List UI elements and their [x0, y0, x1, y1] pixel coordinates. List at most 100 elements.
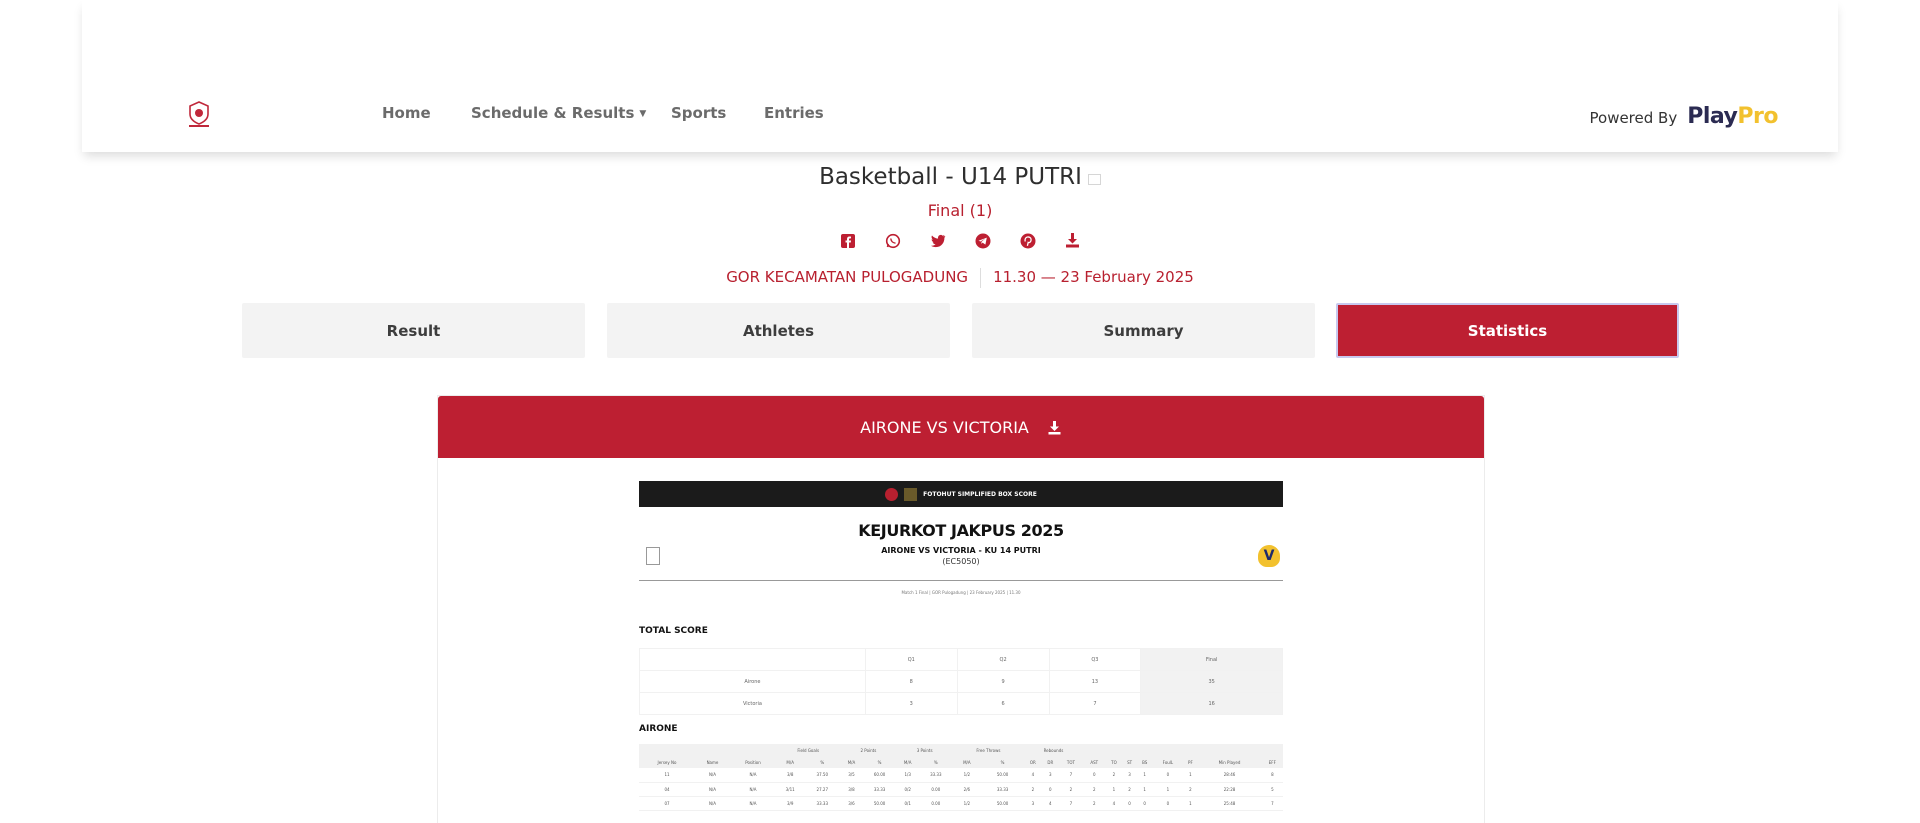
- venue-row: GOR KECAMATAN PULOGADUNG 11.30 — 23 Febr…: [0, 268, 1920, 288]
- table-cell: 50.00: [862, 796, 897, 811]
- divider: [980, 268, 982, 288]
- airone-logo: [646, 547, 660, 565]
- statistics-card-header: AIRONE VS VICTORIA: [438, 396, 1484, 458]
- table-header-cell: Name: [695, 756, 730, 768]
- nav-schedule-results-label: Schedule & Results: [471, 104, 635, 122]
- table-cell: 3: [1024, 796, 1042, 811]
- table-header-cell: Q1: [864, 648, 958, 671]
- table-cell: 33.33: [804, 796, 841, 811]
- nav-home[interactable]: Home: [382, 104, 431, 122]
- table-cell: 0/1: [896, 796, 919, 811]
- table-cell: 7: [1059, 768, 1083, 783]
- playpro-logo[interactable]: PlayPro: [1687, 104, 1778, 129]
- table-cell: 4: [1041, 796, 1059, 811]
- tab-result-label: Result: [386, 321, 441, 340]
- match-title: AIRONE VS VICTORIA: [860, 417, 1029, 437]
- table-header-cell: M/A: [776, 756, 805, 768]
- twitter-icon[interactable]: [929, 232, 946, 249]
- tab-summary-label: Summary: [1103, 321, 1184, 340]
- table-cell: N/A: [695, 796, 730, 811]
- powered-by: Powered By PlayPro: [1590, 104, 1779, 129]
- facebook-icon[interactable]: [839, 232, 856, 249]
- table-cell: 07: [639, 796, 695, 811]
- report-meta: Match 1 Final | GOR Pulogadung | 23 Febr…: [901, 590, 1021, 595]
- box-score-report: FOTOHUT SIMPLIFIED BOX SCORE KEJURKOT JA…: [639, 481, 1283, 823]
- table-cell: 27.27: [804, 782, 841, 797]
- download-icon[interactable]: [1064, 232, 1081, 249]
- table-header-cell: M/A: [840, 756, 863, 768]
- table-header-row: Field Goals 2 Points 3 Points Free Throws Re…: [639, 744, 1283, 756]
- table-header-cell: M/A: [896, 756, 919, 768]
- telegram-icon[interactable]: [974, 232, 991, 249]
- table-header-cell: DR: [1041, 756, 1059, 768]
- table-row: 04 N/A N/A 3/11 27.27 3/8 33.33 0/2 0.00 2/6 33.33…: [639, 782, 1283, 797]
- report-banner-text: FOTOHUT SIMPLIFIED BOX SCORE: [923, 490, 1037, 498]
- powered-by-label: Powered By: [1589, 109, 1678, 127]
- table-cell: 3: [1041, 768, 1059, 783]
- table-cell: 0/2: [896, 782, 919, 797]
- site-logo[interactable]: [186, 100, 212, 130]
- tab-athletes-label: Athletes: [742, 321, 815, 340]
- table-header-cell: Q3: [1048, 648, 1142, 671]
- tab-summary[interactable]: Summary: [972, 303, 1315, 358]
- final-score: 16: [1140, 692, 1283, 715]
- download-icon[interactable]: [1047, 420, 1062, 435]
- team-section-heading: AIRONE: [639, 724, 678, 734]
- table-cell: 0: [1152, 768, 1184, 783]
- table-cell: 5: [1261, 782, 1283, 797]
- nav-sports[interactable]: Sports: [671, 104, 726, 122]
- table-cell: 0: [1041, 782, 1059, 797]
- table-cell: 0: [1082, 768, 1106, 783]
- table-cell: 28:46: [1197, 768, 1262, 783]
- table-cell: 0: [1136, 796, 1153, 811]
- table-cell: 0.00: [918, 796, 953, 811]
- nav-sports-label: Sports: [671, 104, 727, 122]
- table-cell: N/A: [695, 782, 730, 797]
- table-cell: 3: [1122, 768, 1137, 783]
- navbar: [82, 0, 1838, 152]
- table-cell: 3/6: [840, 796, 863, 811]
- total-score-table: Q1 Q2 Q3 Final Airone 8 9 13 35 Victoria…: [639, 648, 1283, 715]
- tab-athletes[interactable]: Athletes: [607, 303, 950, 358]
- table-header-cell: %: [981, 756, 1025, 768]
- table-header-cell: EFF: [1261, 756, 1283, 768]
- table-header-cell: AST: [1082, 756, 1106, 768]
- whatsapp-icon[interactable]: [884, 232, 901, 249]
- tab-result[interactable]: Result: [242, 303, 585, 358]
- table-cell: 3/8: [776, 768, 805, 783]
- victoria-logo: V: [1258, 545, 1280, 567]
- quarter-score: 13: [1048, 670, 1142, 693]
- table-header-cell: OR: [1024, 756, 1042, 768]
- table-cell: 1: [1152, 782, 1184, 797]
- table-header-cell: TOT: [1059, 756, 1083, 768]
- table-header-cell: FoulL: [1152, 756, 1184, 768]
- table-cell: 2: [1059, 782, 1083, 797]
- report-matchup: AIRONE VS VICTORIA - KU 14 PUTRI: [881, 546, 1041, 555]
- table-header-cell: %: [918, 756, 953, 768]
- pinterest-icon[interactable]: [1019, 232, 1036, 249]
- table-header-cell: Min Played: [1197, 756, 1262, 768]
- table-cell: N/A: [729, 796, 777, 811]
- table-header-row: Jersey No Name Position M/A% M/A% M/A% M/A% OR D…: [639, 756, 1283, 768]
- table-cell: 2: [1082, 782, 1106, 797]
- table-cell: 7: [1261, 796, 1283, 811]
- table-group-header: 3 Points: [896, 744, 953, 756]
- table-cell: 1: [1183, 768, 1198, 783]
- brand-play: Play: [1687, 104, 1738, 129]
- table-cell: 50.00: [981, 768, 1025, 783]
- table-header-cell: %: [804, 756, 841, 768]
- quarter-score: 6: [956, 692, 1050, 715]
- table-header-cell: M/A: [952, 756, 982, 768]
- nav-entries[interactable]: Entries: [764, 104, 824, 122]
- share-bar: [0, 232, 1920, 249]
- table-cell: 2: [1105, 768, 1123, 783]
- nav-schedule-results[interactable]: Schedule & Results ▼: [471, 104, 646, 122]
- statistics-card: AIRONE VS VICTORIA FOTOHUT SIMPLIFIED BO…: [437, 395, 1485, 823]
- page-title-row: Basketball - U14 PUTRI: [0, 164, 1920, 190]
- table-cell: 2: [1122, 782, 1137, 797]
- table-row: Airone 8 9 13 35: [639, 670, 1283, 693]
- tab-statistics[interactable]: Statistics: [1336, 303, 1679, 358]
- table-cell: 3/5: [840, 768, 863, 783]
- table-header-cell: Q2: [956, 648, 1050, 671]
- report-banner: FOTOHUT SIMPLIFIED BOX SCORE: [639, 481, 1283, 507]
